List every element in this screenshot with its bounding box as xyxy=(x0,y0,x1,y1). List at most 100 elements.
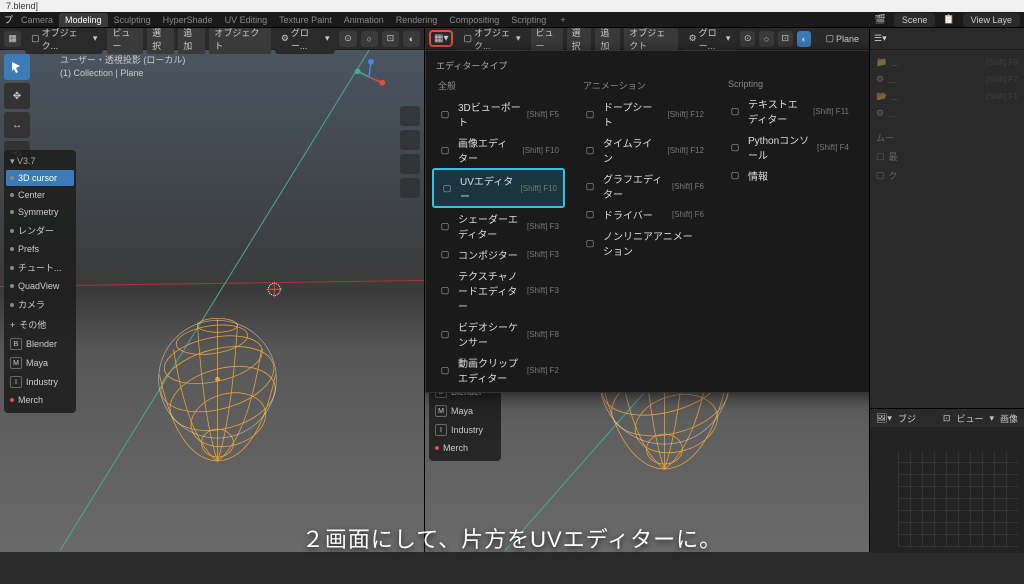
window-titlebar: 7.blend] xyxy=(0,0,1024,12)
menu-object[interactable]: オブジェクト xyxy=(209,28,270,54)
right-panel: ☰▾ 📁...[Shift] F9 ⚙...[Shift] F7 📂...[Sh… xyxy=(870,28,1024,552)
workspace-tab-rendering[interactable]: Rendering xyxy=(390,13,444,27)
overlay-icon-r[interactable]: ⊡ xyxy=(778,31,793,47)
npanel-merch[interactable]: Merch xyxy=(431,440,499,456)
xray-icon[interactable]: ◐ xyxy=(403,31,420,47)
workspace-tabs: プ CameraModelingSculptingHyperShadeUV Ed… xyxy=(0,12,1024,28)
outliner-dim-3: 📂...[Shift] F1 xyxy=(870,88,1024,105)
bv-menu-view[interactable]: ビュー xyxy=(956,412,983,425)
npanel-merch[interactable]: Merch xyxy=(6,392,74,408)
proportional-icon[interactable]: ○ xyxy=(361,31,378,47)
editor-col-全般: 全般 xyxy=(432,76,565,96)
npanel-cursor[interactable]: 3D cursor xyxy=(6,170,74,186)
transform-orient[interactable]: ⚙グロー...▾ xyxy=(275,28,336,54)
npanel-maya[interactable]: MMaya xyxy=(6,354,74,372)
ws-tab-prefix: プ xyxy=(4,13,13,26)
editor-item-テキストエディター[interactable]: ▢テキストエディター[Shift] F11 xyxy=(722,93,855,129)
editor-item-タイムライン[interactable]: ▢タイムライン[Shift] F12 xyxy=(577,132,710,168)
editor-item-グラフエディター[interactable]: ▢グラフエディター[Shift] F6 xyxy=(577,168,710,204)
workspace-tab-scripting[interactable]: Scripting xyxy=(505,13,552,27)
workspace-tab-uv editing[interactable]: UV Editing xyxy=(219,13,274,27)
editor-item-情報[interactable]: ▢情報 xyxy=(722,165,855,186)
workspace-tab-sculpting[interactable]: Sculpting xyxy=(108,13,157,27)
workspace-tab-compositing[interactable]: Compositing xyxy=(443,13,505,27)
workspace-tab-hypershade[interactable]: HyperShade xyxy=(157,13,219,27)
uv-editor-panel: 🖼▾ ブジ ⊡ ビュー ▾ 画像 xyxy=(870,408,1024,552)
object-display[interactable]: ▢ Plane xyxy=(819,31,865,46)
npanel-sym[interactable]: Symmetry xyxy=(6,204,74,220)
npanel-center[interactable]: Center xyxy=(6,187,74,203)
editor-item-ドープシート[interactable]: ▢ドープシート[Shift] F12 xyxy=(577,96,710,132)
editor-item-シェーダーエディター[interactable]: ▢シェーダーエディター[Shift] F3 xyxy=(432,208,565,244)
viewport-header-left: ▦ ▢オブジェク... ▾ ビュー 選択 追加 オブジェクト ⚙グロー...▾ … xyxy=(0,28,424,50)
snap-icon[interactable]: ⊙ xyxy=(339,31,356,47)
editor-item-画像エディター[interactable]: ▢画像エディター[Shift] F10 xyxy=(432,132,565,168)
viewlayer-selector[interactable]: View Laye xyxy=(963,13,1020,27)
pan-icon[interactable] xyxy=(400,130,420,150)
workspace-tab-texture paint[interactable]: Texture Paint xyxy=(273,13,338,27)
scene-selector[interactable]: Scene xyxy=(894,13,936,27)
npanel-etc[interactable]: +その他 xyxy=(6,315,74,334)
n-panel: ▾ V3.7 3D cursorCenterSymmetryレンダーPrefsチ… xyxy=(4,150,76,413)
tutorial-caption: ２画面にして、片方をUVエディターに。 xyxy=(302,522,722,554)
uv-editor-body[interactable] xyxy=(870,427,1024,553)
editor-item-動画クリップエディター[interactable]: ▢動画クリップエディター[Shift] F2 xyxy=(432,352,565,388)
editor-col-アニメーション: アニメーション xyxy=(577,76,710,96)
editor-type-icon[interactable]: ▦ xyxy=(4,31,21,47)
mode-selector[interactable]: ▢オブジェク... ▾ xyxy=(25,28,103,54)
menu-select[interactable]: 選択 xyxy=(147,28,174,54)
add-workspace-button[interactable]: + xyxy=(554,15,571,25)
outliner-dim-2: ⚙...[Shift] F7 xyxy=(870,71,1024,88)
outliner-icon[interactable]: ☰▾ xyxy=(874,33,887,44)
npanel-ind[interactable]: IIndustry xyxy=(6,373,74,391)
viewport-header-right: ▦▾ ▢オブジェク... ▾ ビュー 選択 追加 オブジェクト ⚙グロー...▾… xyxy=(425,28,869,50)
npanel-cam[interactable]: カメラ xyxy=(6,295,74,314)
editor-item-ビデオシーケンサー[interactable]: ▢ビデオシーケンサー[Shift] F8 xyxy=(432,316,565,352)
uv-editor-icon[interactable]: 🖼▾ xyxy=(876,413,892,424)
menu-add[interactable]: 追加 xyxy=(178,28,205,54)
editor-col-Scripting: Scripting xyxy=(722,76,855,93)
tool-move[interactable]: ↔ xyxy=(4,112,30,138)
menu-view[interactable]: ビュー xyxy=(107,28,143,54)
editor-item-ノンリニアアニメーション[interactable]: ▢ノンリニアアニメーション xyxy=(577,225,710,261)
npanel-maya[interactable]: MMaya xyxy=(431,402,499,420)
snap-icon-r[interactable]: ⊙ xyxy=(740,31,755,47)
proportional-icon-r[interactable]: ○ xyxy=(759,31,774,47)
viewport-body-left[interactable]: ユーザー・透視投影 (ローカル) (1) Collection | Plane … xyxy=(0,50,424,552)
workspace-tab-animation[interactable]: Animation xyxy=(338,13,390,27)
overlay-icon[interactable]: ⊡ xyxy=(382,31,399,47)
viewport-left: ▦ ▢オブジェク... ▾ ビュー 選択 追加 オブジェクト ⚙グロー...▾ … xyxy=(0,28,425,552)
camera-icon[interactable] xyxy=(400,154,420,174)
npanel-prefs[interactable]: Prefs xyxy=(6,241,74,257)
editor-item-UVエディター[interactable]: ▢UVエディター[Shift] F10 xyxy=(432,168,565,208)
editor-type-menu: エディタータイプ 全般▢3Dビューポート[Shift] F5▢画像エディター[S… xyxy=(425,50,870,393)
tool-cursor[interactable]: ✥ xyxy=(4,83,30,109)
editor-item-Pythonコンソール[interactable]: ▢Pythonコンソール[Shift] F4 xyxy=(722,129,855,165)
tool-select-box[interactable] xyxy=(4,54,30,80)
editor-item-コンポジター[interactable]: ▢コンポジター[Shift] F3 xyxy=(432,244,565,265)
npanel-render[interactable]: レンダー xyxy=(6,221,74,240)
npanel-ind[interactable]: IIndustry xyxy=(431,421,499,439)
uv-editor-header: 🖼▾ ブジ ⊡ ビュー ▾ 画像 xyxy=(870,409,1024,427)
outliner-placeholder: ムー xyxy=(870,128,1024,147)
workspace-tab-camera[interactable]: Camera xyxy=(15,13,59,27)
npanel-version: ▾ V3.7 xyxy=(6,154,74,169)
xray-icon-r[interactable]: ◐ xyxy=(797,31,812,47)
bv-shading[interactable]: ⊡ xyxy=(943,413,951,424)
bv-menu-image[interactable]: 画像 xyxy=(1000,412,1018,425)
outliner-row-a[interactable]: ▢最 xyxy=(870,147,1024,166)
npanel-quad[interactable]: QuadView xyxy=(6,278,74,294)
editor-type-button-highlighted[interactable]: ▦▾ xyxy=(429,30,453,47)
editor-item-ドライバー[interactable]: ▢ドライバー[Shift] F6 xyxy=(577,204,710,225)
editor-item-3Dビューポート[interactable]: ▢3Dビューポート[Shift] F5 xyxy=(432,96,565,132)
zoom-icon[interactable] xyxy=(400,106,420,126)
axis-gizmo[interactable] xyxy=(350,58,388,96)
npanel-blender[interactable]: BBlender xyxy=(6,335,74,353)
workspace-tab-modeling[interactable]: Modeling xyxy=(59,13,108,27)
outliner-row-b[interactable]: ▢ク xyxy=(870,166,1024,185)
editor-menu-title: エディタータイプ xyxy=(426,57,870,76)
persp-icon[interactable] xyxy=(400,178,420,198)
main-area: ▦ ▢オブジェク... ▾ ビュー 選択 追加 オブジェクト ⚙グロー...▾ … xyxy=(0,28,1024,552)
npanel-tut[interactable]: チュート... xyxy=(6,258,74,277)
editor-item-テクスチャノードエディター[interactable]: ▢テクスチャノードエディター[Shift] F3 xyxy=(432,265,565,316)
